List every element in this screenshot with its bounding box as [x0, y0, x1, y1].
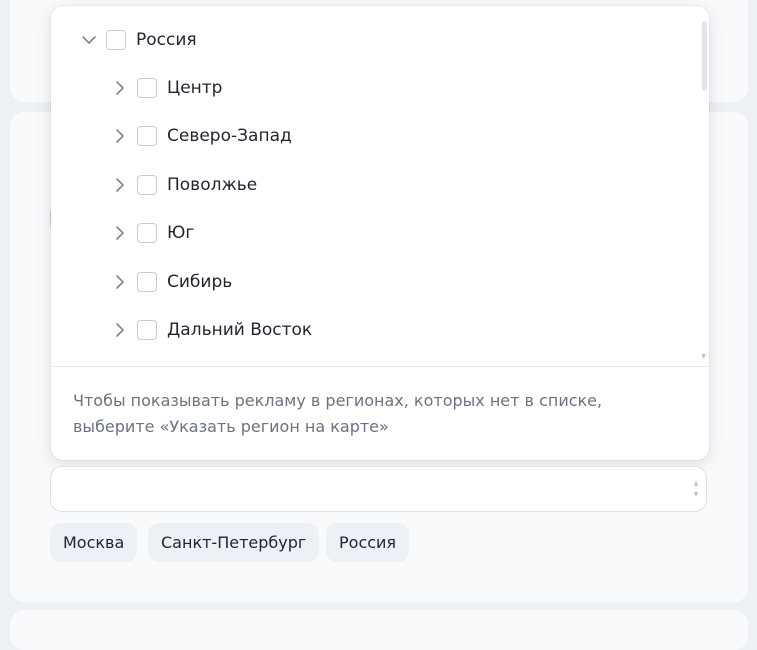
- region-checkbox[interactable]: [137, 126, 157, 146]
- region-tree: Россия Центр Северо-Запад Поволжье Юг Си…: [51, 6, 709, 366]
- region-checkbox[interactable]: [137, 272, 157, 292]
- scroll-down-arrow-icon[interactable]: ▼: [701, 353, 706, 360]
- chevron-down-icon[interactable]: [78, 29, 100, 51]
- region-label: Юг: [167, 223, 195, 243]
- region-search-input[interactable]: [50, 466, 707, 512]
- settings-card-bottom: [10, 610, 748, 650]
- region-label: Поволжье: [167, 175, 258, 195]
- region-label: Дальний Восток: [167, 320, 313, 340]
- chevron-right-icon[interactable]: [109, 174, 131, 196]
- region-label: Центр: [167, 78, 223, 98]
- tree-row-region[interactable]: Дальний Восток: [109, 315, 312, 345]
- tree-row-region[interactable]: Сибирь: [109, 267, 232, 297]
- tree-row-region[interactable]: Юг: [109, 218, 194, 248]
- chevron-right-icon[interactable]: [109, 319, 131, 341]
- region-chip[interactable]: Санкт-Петербург: [148, 523, 320, 562]
- tree-row-region[interactable]: Поволжье: [109, 170, 257, 200]
- chevron-right-icon[interactable]: [109, 125, 131, 147]
- tree-row-region[interactable]: Центр: [109, 73, 222, 103]
- region-label: Сибирь: [167, 272, 233, 292]
- region-label: Северо-Запад: [167, 126, 292, 146]
- chevron-right-icon[interactable]: [109, 77, 131, 99]
- input-spinner-icon[interactable]: ▲ ▼: [692, 478, 700, 500]
- dropdown-scrollbar[interactable]: [702, 21, 707, 91]
- dropdown-divider: [51, 366, 709, 367]
- map-region-hint: Чтобы показывать рекламу в регионах, кот…: [73, 391, 603, 436]
- tree-row-region[interactable]: Северо-Запад: [109, 121, 292, 151]
- region-checkbox[interactable]: [137, 175, 157, 195]
- region-label: Россия: [136, 30, 197, 50]
- region-checkbox[interactable]: [137, 223, 157, 243]
- chevron-right-icon[interactable]: [109, 222, 131, 244]
- chevron-right-icon[interactable]: [109, 271, 131, 293]
- region-chip[interactable]: Москва: [50, 523, 138, 562]
- region-checkbox[interactable]: [137, 78, 157, 98]
- region-checkbox[interactable]: [137, 320, 157, 340]
- region-checkbox[interactable]: [106, 30, 126, 50]
- region-chip[interactable]: Россия: [326, 523, 410, 562]
- region-dropdown: Россия Центр Северо-Запад Поволжье Юг Си…: [51, 6, 709, 460]
- tree-row-russia[interactable]: Россия: [78, 25, 197, 55]
